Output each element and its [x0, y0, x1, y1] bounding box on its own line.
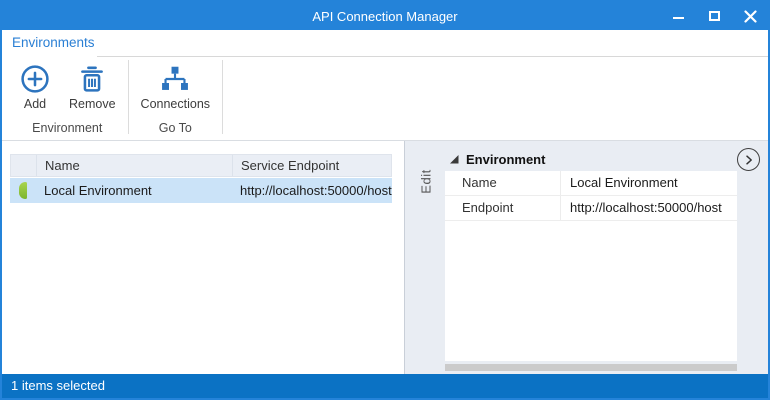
property-endpoint-value[interactable]: http://localhost:50000/host	[560, 196, 737, 220]
property-name-value[interactable]: Local Environment	[560, 171, 737, 195]
cell-name: Local Environment	[36, 178, 232, 203]
status-bar: 1 items selected	[2, 374, 768, 398]
ribbon-group-separator	[222, 60, 223, 134]
close-icon	[744, 10, 757, 23]
ribbon: Add Remove Environment	[2, 57, 768, 141]
category-expanded-icon	[450, 155, 459, 164]
add-circle-icon	[19, 63, 51, 95]
horizontal-scrollbar[interactable]	[445, 364, 737, 371]
connections-button[interactable]: Connections	[132, 60, 220, 114]
row-indicator-cell	[10, 178, 36, 203]
property-category-label: Environment	[466, 152, 545, 167]
title-bar[interactable]: API Connection Manager	[2, 2, 768, 30]
remove-button-label: Remove	[69, 97, 116, 111]
edit-panel: Edit Environment Name Local Enviro	[404, 141, 768, 374]
add-button[interactable]: Add	[10, 60, 60, 114]
sitemap-icon	[159, 63, 191, 95]
ribbon-buttons: Connections	[132, 57, 220, 121]
column-header-name[interactable]: Name	[37, 155, 233, 176]
environment-list-pane: Name Service Endpoint Local Environment …	[2, 141, 404, 374]
minimize-icon	[673, 17, 684, 19]
ribbon-buttons: Add Remove	[10, 57, 125, 121]
window-title: API Connection Manager	[2, 2, 768, 30]
ribbon-group-goto: Connections Go To	[132, 57, 220, 140]
property-row-name: Name Local Environment	[445, 171, 737, 196]
status-text: 1 items selected	[11, 378, 105, 393]
edit-tab[interactable]: Edit	[409, 155, 443, 207]
property-category-header[interactable]: Environment	[445, 148, 737, 171]
window-controls	[670, 2, 758, 30]
ribbon-group-environment: Add Remove Environment	[10, 57, 125, 140]
collapse-panel-button[interactable]	[737, 148, 760, 171]
remove-button[interactable]: Remove	[60, 60, 125, 114]
property-name-label: Name	[445, 171, 560, 195]
property-endpoint-label: Endpoint	[445, 196, 560, 220]
property-row-endpoint: Endpoint http://localhost:50000/host	[445, 196, 737, 221]
group-label-goto: Go To	[132, 121, 220, 140]
main-content: Name Service Endpoint Local Environment …	[2, 141, 768, 374]
maximize-icon	[709, 11, 720, 21]
tab-environments[interactable]: Environments	[12, 35, 95, 50]
connections-button-label: Connections	[141, 97, 211, 111]
column-header-endpoint[interactable]: Service Endpoint	[233, 155, 391, 176]
ribbon-tab-bar: Environments	[2, 30, 768, 57]
table-row[interactable]: Local Environment http://localhost:50000…	[10, 178, 392, 203]
ribbon-group-separator	[128, 60, 129, 134]
app-window: API Connection Manager Environments	[0, 0, 770, 400]
maximize-button[interactable]	[706, 8, 722, 24]
environments-table: Name Service Endpoint Local Environment …	[10, 154, 392, 203]
minimize-button[interactable]	[670, 8, 686, 24]
property-grid: Environment Name Local Environment Endpo…	[445, 148, 737, 371]
property-grid-body: Name Local Environment Endpoint http://l…	[445, 171, 737, 361]
cell-endpoint: http://localhost:50000/host	[232, 178, 392, 203]
add-button-label: Add	[24, 97, 46, 111]
indicator-column-header	[11, 155, 37, 176]
trash-icon	[76, 63, 108, 95]
edit-tab-label: Edit	[419, 169, 434, 193]
chevron-right-icon	[742, 153, 756, 167]
group-label-environment: Environment	[10, 121, 125, 140]
green-status-indicator-icon	[19, 182, 27, 199]
table-header-row: Name Service Endpoint	[10, 154, 392, 177]
close-button[interactable]	[742, 8, 758, 24]
